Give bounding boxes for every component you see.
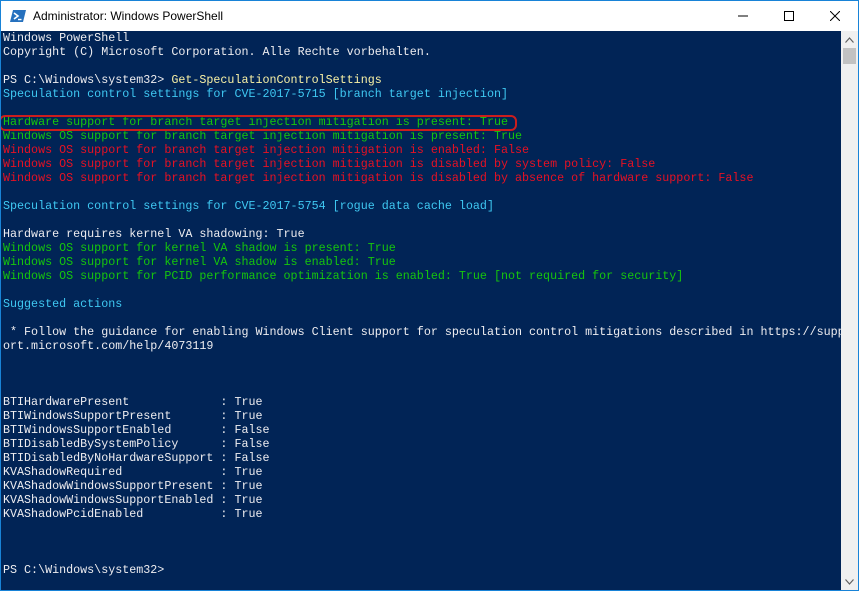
table-row: BTIWindowsSupportPresent : True [3,409,263,423]
maximize-button[interactable] [766,1,812,31]
cve1-line-os-present: Windows OS support for branch target inj… [3,129,523,143]
suggested-action-line-cont: ort.microsoft.com/help/4073119 [3,339,214,353]
table-row: BTIDisabledByNoHardwareSupport : False [3,451,270,465]
table-row: BTIDisabledBySystemPolicy : False [3,437,270,451]
highlight-annotation [1,115,517,131]
title-bar[interactable]: Administrator: Windows PowerShell [1,1,858,31]
window-title: Administrator: Windows PowerShell [33,9,224,23]
cve2-line-hw-requires: Hardware requires kernel VA shadowing: T… [3,227,305,241]
scroll-thumb[interactable] [843,48,856,64]
prompt-text: PS C:\Windows\system32> [3,73,172,87]
cve2-line-present: Windows OS support for kernel VA shadow … [3,241,396,255]
cve2-header: Speculation control settings for CVE-201… [3,199,494,213]
suggested-actions-header: Suggested actions [3,297,123,311]
command-text: Get-SpeculationControlSettings [171,73,382,87]
cve1-line-os-enabled: Windows OS support for branch target inj… [3,143,530,157]
cve2-line-pcid: Windows OS support for PCID performance … [3,269,684,283]
powershell-app-icon [10,10,26,22]
close-button[interactable] [812,1,858,31]
vertical-scrollbar[interactable] [841,31,858,590]
cve2-line-enabled: Windows OS support for kernel VA shadow … [3,255,396,269]
cve1-line-disabled-hw: Windows OS support for branch target inj… [3,171,754,185]
suggested-action-line: * Follow the guidance for enabling Windo… [3,325,841,339]
cve1-header: Speculation control settings for CVE-201… [3,87,508,101]
scroll-down-arrow-icon [845,578,854,585]
table-row: KVAShadowWindowsSupportPresent : True [3,479,263,493]
final-prompt[interactable]: PS C:\Windows\system32> [1,563,841,577]
scroll-up-button[interactable] [841,31,858,48]
scroll-down-button[interactable] [841,573,858,590]
table-row: KVAShadowWindowsSupportEnabled : True [3,493,263,507]
console-copyright-line: Copyright (C) Microsoft Corporation. All… [3,45,431,59]
prompt-line: PS C:\Windows\system32> Get-SpeculationC… [1,73,841,87]
maximize-icon [784,11,794,21]
scroll-up-arrow-icon [845,36,854,43]
table-row: BTIHardwarePresent : True [3,395,263,409]
table-row: KVAShadowPcidEnabled : True [3,507,263,521]
cve1-line-disabled-policy: Windows OS support for branch target inj… [3,157,656,171]
minimize-button[interactable] [720,1,766,31]
console-header-line: Windows PowerShell [3,31,130,45]
table-row: BTIWindowsSupportEnabled : False [3,423,270,437]
table-row: KVAShadowRequired : True [3,465,263,479]
console-output[interactable]: Windows PowerShell Copyright (C) Microso… [1,31,841,590]
minimize-icon [738,15,748,17]
window-controls [720,1,858,31]
close-icon [830,11,840,21]
powershell-window: Administrator: Windows PowerShell Window… [0,0,859,591]
